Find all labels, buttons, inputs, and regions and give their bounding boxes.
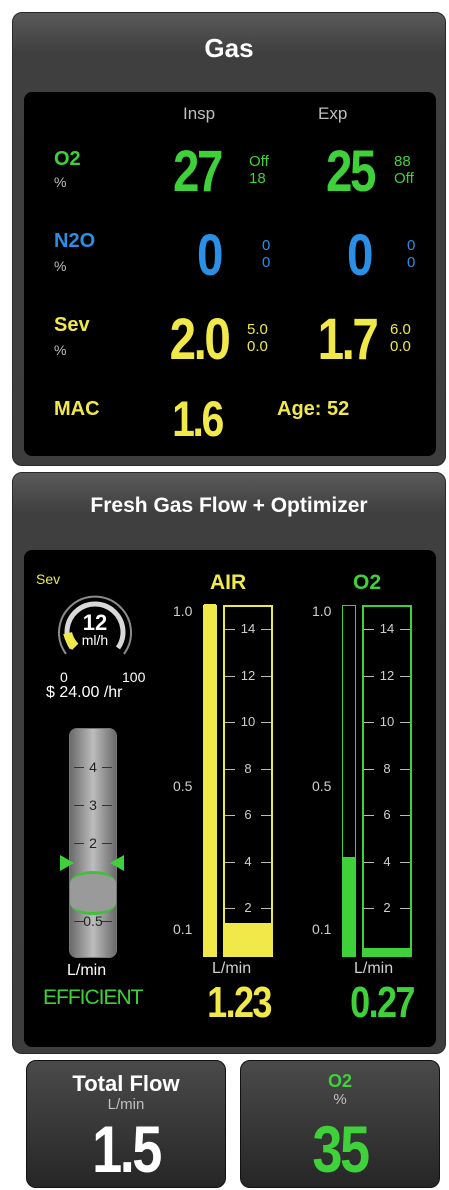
- n2o-exp-high-limit: 0: [407, 237, 416, 254]
- gauge-max: 100: [122, 669, 146, 685]
- flowmeter-scale-label: 10: [379, 714, 395, 729]
- o2-insp-value: 27: [173, 139, 223, 204]
- sev-exp-low-limit: 0.0: [390, 338, 411, 355]
- gas-panel-title: Gas: [204, 33, 254, 63]
- flowmeter-scale-label: 10: [240, 714, 256, 729]
- flowmeter-scale-label: 4: [244, 853, 252, 869]
- flowmeter-scale-label: 1.0: [173, 603, 193, 619]
- fresh-gas-area: Sev 12 ml/h 0 100 $ 24.00 /hr 43210.5 L/…: [24, 550, 436, 1047]
- o2-percent-value: 35: [312, 1112, 370, 1186]
- o2-percent-unit: %: [333, 1091, 347, 1108]
- flowmeter-scale-label: 14: [240, 621, 256, 636]
- o2-exp-low-limit: Off: [394, 170, 414, 187]
- n2o-exp-value: 0: [346, 223, 373, 288]
- sev-exp-value: 1.7: [317, 307, 379, 372]
- flowmeter-scale-label: 6: [244, 807, 252, 822]
- gauge-unit: ml/h: [81, 632, 109, 648]
- optimizer-tick-label: 0.5: [83, 913, 103, 929]
- flowmeter-fine-tube: [203, 604, 217, 957]
- gas-panel: Gas Insp Exp O2 % 27 Off 18 25 88 Off N2…: [12, 12, 446, 466]
- flowmeter-scale-label: 0.5: [312, 778, 332, 794]
- gauge-min: 0: [60, 669, 68, 685]
- sev-unit: %: [54, 342, 67, 358]
- optimizer-unit: L/min: [67, 962, 107, 979]
- o2-exp-value: 25: [326, 139, 376, 204]
- air-flow-value: 1.23: [207, 978, 272, 1027]
- flowmeter-scale-label: 1.0: [312, 603, 332, 619]
- flowmeter-scale-label: 12: [379, 667, 395, 683]
- exp-column-header: Exp: [318, 104, 348, 123]
- o2-unit: %: [54, 174, 67, 190]
- o2-flow-label: O2: [353, 571, 382, 594]
- n2o-unit: %: [54, 258, 67, 274]
- flowmeter-scale-label: 2: [244, 900, 252, 915]
- fresh-gas-panel-title: Fresh Gas Flow + Optimizer: [90, 494, 368, 517]
- flowmeter-scale-label: 6: [383, 807, 391, 822]
- mac-value: 1.6: [172, 391, 224, 447]
- sev-label: Sev: [54, 314, 90, 336]
- flowmeter-fine-tube: [342, 605, 356, 957]
- optimizer-status: EFFICIENT: [43, 986, 143, 1009]
- flow-optimizer-tube: 43210.5: [69, 728, 117, 958]
- n2o-exp-low-limit: 0: [407, 254, 416, 271]
- optimizer-tick-label: 4: [89, 759, 97, 775]
- age-text: Age: 52: [277, 398, 350, 420]
- o2-insp-high-limit: Off: [249, 153, 269, 170]
- optimizer-tick-label: 3: [89, 797, 97, 813]
- n2o-label: N2O: [54, 230, 96, 252]
- flowmeter-scale-label: 14: [379, 621, 395, 636]
- gas-readout-area: Insp Exp O2 % 27 Off 18 25 88 Off N2O % …: [24, 92, 436, 456]
- total-flow-value: 1.5: [92, 1112, 162, 1186]
- flowmeter-scale-label: 0.1: [173, 921, 193, 937]
- flowmeter-scale-label: 0.5: [173, 778, 193, 794]
- n2o-insp-low-limit: 0: [262, 254, 271, 271]
- o2-insp-low-limit: 18: [249, 170, 266, 187]
- optimizer-right-marker-icon: [110, 855, 124, 871]
- optimizer-tick-label: 2: [89, 835, 97, 851]
- flowmeter-coarse-fill: [364, 948, 410, 955]
- o2-flow-value: 0.27: [350, 978, 415, 1027]
- sev-exp-high-limit: 6.0: [390, 321, 411, 338]
- o2-flow-unit: L/min: [354, 960, 394, 977]
- n2o-insp-value: 0: [196, 223, 223, 288]
- flowmeter-coarse-tube: 14 12 10 8 6 4 2: [223, 605, 273, 957]
- optimizer-left-marker-icon: [60, 855, 74, 871]
- mac-label: MAC: [54, 398, 100, 420]
- flowmeter-scale-label: 4: [383, 853, 391, 869]
- o2-percent-label: O2: [327, 1071, 352, 1091]
- o2-percent-button[interactable]: O2 % 35: [240, 1060, 440, 1188]
- air-flow-unit: L/min: [212, 960, 252, 977]
- total-flow-label: Total Flow: [72, 1071, 180, 1096]
- flowmeter-scale-label: 8: [244, 760, 252, 776]
- sev-insp-low-limit: 0.0: [247, 338, 268, 355]
- total-flow-button[interactable]: Total Flow L/min 1.5: [26, 1060, 226, 1188]
- sev-insp-value: 2.0: [169, 307, 231, 372]
- o2-label: O2: [54, 148, 81, 170]
- flowmeter-coarse-fill: [225, 923, 271, 955]
- fresh-gas-panel: Fresh Gas Flow + Optimizer Sev 12 ml/h 0…: [12, 472, 446, 1054]
- o2-exp-high-limit: 88: [394, 153, 411, 170]
- agent-cost: $ 24.00 /hr: [46, 684, 123, 701]
- flowmeter-scale-label: 12: [240, 667, 256, 683]
- air-flow-label: AIR: [210, 571, 247, 594]
- flowmeter-fine-fill: [204, 604, 216, 956]
- sev-insp-high-limit: 5.0: [247, 321, 268, 338]
- flowmeter-scale-label: 0.1: [312, 921, 332, 937]
- optimizer-efficient-zone: [70, 871, 116, 915]
- n2o-insp-high-limit: 0: [262, 237, 271, 254]
- flowmeter-coarse-tube: 14 12 10 8 6 4 2: [362, 605, 412, 957]
- flowmeter-fine-fill: [343, 857, 355, 956]
- flowmeter-scale-label: 2: [383, 900, 391, 915]
- insp-column-header: Insp: [183, 104, 216, 123]
- flowmeter-scale-label: 8: [383, 760, 391, 776]
